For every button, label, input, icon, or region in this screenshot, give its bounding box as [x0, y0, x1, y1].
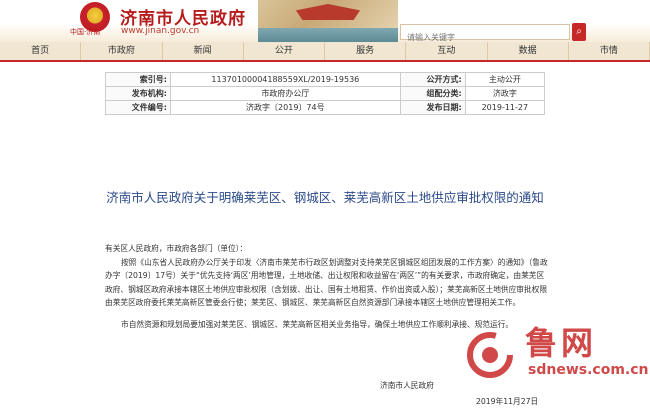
site-url[interactable]: www.jinan.gov.cn — [121, 26, 199, 36]
meta-label: 发布日期: — [399, 100, 466, 115]
watermark-url: sdnews.com.cn — [528, 362, 649, 378]
meta-value: 2019-11-27 — [464, 100, 546, 115]
signature: 济南市人民政府 — [380, 381, 434, 390]
header-banner-image — [258, 0, 398, 42]
meta-label: 组配分类: — [399, 86, 466, 101]
meta-label: 发布机构: — [105, 86, 171, 101]
meta-value: 济政字〔2019〕74号 — [170, 100, 401, 115]
meta-row: 文件编号: 济政字〔2019〕74号 发布日期: 2019-11-27 — [105, 100, 546, 115]
nav-item-news[interactable]: 新闻 — [163, 42, 244, 60]
meta-value: 主动公开 — [464, 72, 546, 87]
document-body: 有关区人民政府，市政府各部门（单位）： 按照《山东省人民政府办公厅关于印发〈济南… — [105, 242, 550, 331]
watermark-text: 鲁网 — [525, 324, 598, 362]
search-box[interactable] — [400, 24, 570, 45]
search-icon[interactable]: ⌕ — [572, 23, 586, 41]
nav-item-service[interactable]: 服务 — [325, 42, 407, 60]
nav-item-interaction[interactable]: 互动 — [406, 42, 488, 60]
salutation: 有关区人民政府，市政府各部门（单位）： — [105, 244, 248, 253]
meta-label: 索引号: — [105, 72, 171, 87]
site-header: 中国·济南 济南市人民政府 www.jinan.gov.cn ⌕ — [0, 0, 650, 45]
nav-item-home[interactable]: 首页 — [0, 42, 82, 60]
watermark-logo-icon — [467, 332, 513, 378]
nav-item-city-info[interactable]: 市情 — [569, 42, 650, 60]
emblem-caption: 中国·济南 — [70, 28, 101, 36]
meta-row: 索引号: 11370100004188559XL/2019-19536 公开方式… — [105, 72, 546, 87]
meta-value: 济政字 — [464, 86, 546, 101]
nav-item-data[interactable]: 数据 — [488, 42, 569, 60]
body-paragraph: 按照《山东省人民政府办公厅关于印发〈济南市莱芜市行政区划调整对支持莱芜区钢城区组… — [105, 257, 548, 308]
meta-row: 发布机构: 市政府办公厅 组配分类: 济政字 — [105, 86, 546, 101]
meta-value: 市政府办公厅 — [170, 86, 401, 101]
meta-label: 公开方式: — [399, 72, 466, 87]
document-meta-table: 索引号: 11370100004188559XL/2019-19536 公开方式… — [105, 72, 546, 115]
meta-value: 11370100004188559XL/2019-19536 — [170, 72, 401, 87]
meta-label: 文件编号: — [105, 100, 171, 115]
document-title: 济南市人民政府关于明确莱芜区、钢城区、莱芜高新区土地供应审批权限的通知 — [106, 190, 544, 205]
nav-item-government[interactable]: 市政府 — [81, 42, 163, 60]
signature-date: 2019年11月27日 — [476, 397, 539, 406]
body-paragraph: 市自然资源和规划局要加强对莱芜区、钢城区、莱芜高新区相关业务指导，确保土地供应工… — [121, 319, 514, 329]
main-nav: 首页 市政府 新闻 公开 服务 互动 数据 市情 — [0, 42, 650, 62]
nav-item-public[interactable]: 公开 — [244, 42, 325, 60]
